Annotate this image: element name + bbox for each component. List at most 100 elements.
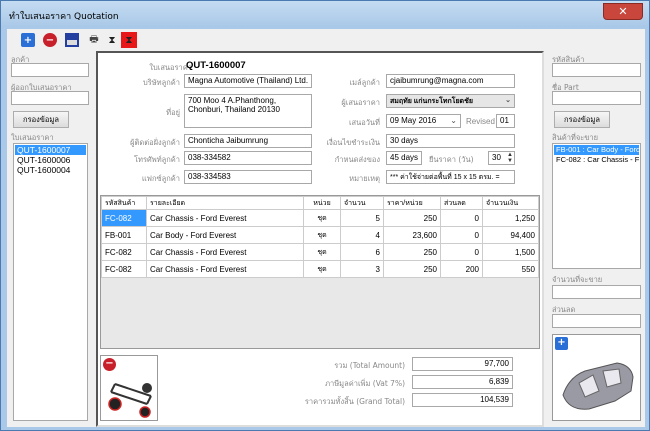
table-row[interactable]: FC-082 Car Chassis - Ford Everest ชุด 6 250 0… — [101, 243, 539, 261]
address-input[interactable]: 700 Moo 4 A.Phanthong, Chonburi, Thailan… — [184, 94, 312, 128]
table-cell[interactable]: FB-001 — [101, 226, 147, 244]
table-cell[interactable]: ชุด — [303, 243, 341, 261]
column-header[interactable]: ส่วนลด — [440, 196, 483, 210]
table-cell[interactable]: Car Chassis - Ford Everest — [146, 260, 304, 278]
table-cell[interactable]: ชุด — [303, 209, 341, 227]
table-cell[interactable]: 200 — [440, 260, 483, 278]
column-header[interactable]: หน่วย — [303, 196, 341, 210]
issuer-filter-input[interactable] — [11, 91, 89, 105]
table-cell[interactable]: 0 — [440, 209, 483, 227]
table-cell[interactable]: 1,250 — [482, 209, 539, 227]
quoter-select[interactable]: สมฤทัย แก่นกระโทกโยดชัย ⌄ — [386, 94, 515, 108]
list-item[interactable]: QUT-1600007 — [15, 145, 86, 155]
remark-input[interactable]: *** ค่าใช้จ่ายต่อพื้นที่ 15 x 15 ตรม. = — [386, 170, 515, 184]
discount-input[interactable] — [552, 314, 641, 328]
print-icon[interactable]: 🖶 — [87, 33, 101, 47]
toolbar: + − 🖶 ⧗ ⧗ — [11, 29, 611, 49]
table-cell[interactable]: 250 — [383, 260, 441, 278]
payment-label: เงื่อนไขชำระเงิน — [326, 138, 380, 147]
column-header[interactable]: จำนวน — [340, 196, 384, 210]
quotation-no: QUT-1600007 — [186, 60, 246, 71]
hourglass-icon[interactable]: ⧗ — [105, 33, 119, 47]
table-cell[interactable]: 4 — [340, 226, 384, 244]
quotation-window: ทำใบเสนอราคา Quotation ✕ + − 🖶 ⧗ ⧗ ลูกค้… — [0, 0, 650, 431]
table-cell[interactable]: 6 — [340, 243, 384, 261]
date-picker[interactable]: 09 May 2016 ⌄ — [386, 114, 461, 128]
car-body-icon — [562, 362, 634, 410]
vat-amount: 6,839 — [412, 375, 513, 389]
customer-filter-input[interactable] — [11, 63, 89, 77]
vat-label: ภาษีมูลค่าเพิ่ม (Vat 7%) — [325, 379, 405, 388]
grand-total-label: ราคารวมทั้งสิ้น (Grand Total) — [304, 397, 405, 406]
column-header[interactable]: จำนวนเงิน — [482, 196, 539, 210]
phone-input[interactable]: 038-334582 — [184, 151, 312, 165]
table-cell[interactable]: FC-082 — [101, 243, 147, 261]
revised-label: Revised — [466, 117, 495, 126]
contact-label: ผู้ติดต่อฝั่งลูกค้า — [130, 138, 180, 147]
chevron-down-icon: ⌄ — [450, 116, 457, 125]
table-cell[interactable]: Car Body - Ford Everest — [146, 226, 304, 244]
close-button[interactable]: ✕ — [603, 3, 643, 20]
total-label: รวม (Total Amount) — [334, 361, 405, 370]
list-item[interactable]: FB-001 : Car Body - Ford Everest — [554, 145, 639, 155]
left-filter-button[interactable]: กรองข้อมูล — [13, 111, 69, 128]
email-input[interactable]: cjaibumrung@magna.com — [386, 74, 515, 88]
delivery-input[interactable]: 45 days — [386, 151, 422, 165]
window-title: ทำใบเสนอราคา Quotation — [9, 12, 119, 22]
validity-value: 30 — [492, 153, 501, 162]
add-icon[interactable]: + — [21, 33, 35, 47]
list-item[interactable]: QUT-1600006 — [15, 155, 86, 165]
table-cell[interactable]: 550 — [482, 260, 539, 278]
table-cell[interactable]: 1,500 — [482, 243, 539, 261]
chevron-down-icon: ⌄ — [505, 97, 511, 104]
table-row[interactable]: FB-001 Car Body - Ford Everest ชุด 4 23,600 0… — [101, 226, 539, 244]
product-code-input[interactable] — [552, 63, 641, 77]
table-cell[interactable]: 94,400 — [482, 226, 539, 244]
table-cell[interactable]: 250 — [383, 243, 441, 261]
quotation-list[interactable]: QUT-1600007 QUT-1600006 QUT-1600004 — [13, 143, 88, 421]
company-label: บริษัทลูกค้า — [142, 78, 180, 87]
remove-image-icon[interactable]: − — [103, 358, 116, 371]
company-input[interactable]: Magna Automotive (Thailand) Ltd. — [184, 74, 312, 88]
table-cell[interactable]: 0 — [440, 226, 483, 244]
table-cell[interactable]: Car Chassis - Ford Everest — [146, 243, 304, 261]
payment-input[interactable]: 30 days — [386, 134, 515, 148]
table-cell[interactable]: 250 — [383, 209, 441, 227]
list-item[interactable]: FC-082 : Car Chassis - Ford Everest — [554, 155, 639, 165]
table-cell[interactable]: 3 — [340, 260, 384, 278]
address-label: ที่อยู่ — [166, 108, 180, 117]
table-row[interactable]: FC-082 Car Chassis - Ford Everest ชุด 3 250 2… — [101, 260, 539, 278]
spinner-arrows-icon[interactable]: ▲ ▼ — [507, 152, 513, 164]
items-table: รหัสสินค้า รายละเอียด หน่วย จำนวน ราคา/ห… — [101, 196, 539, 278]
delete-icon[interactable]: − — [43, 33, 57, 47]
table-cell[interactable]: 23,600 — [383, 226, 441, 244]
column-header[interactable]: รหัสสินค้า — [101, 196, 147, 210]
phone-label: โทรศัพท์ลูกค้า — [133, 155, 180, 164]
save-icon[interactable] — [65, 33, 79, 47]
part-name-input[interactable] — [552, 91, 641, 105]
table-cell[interactable]: 5 — [340, 209, 384, 227]
items-grid[interactable]: รหัสสินค้า รายละเอียด หน่วย จำนวน ราคา/ห… — [100, 195, 540, 349]
products-list[interactable]: FB-001 : Car Body - Ford Everest FC-082 … — [552, 143, 641, 269]
fax-input[interactable]: 038-334583 — [184, 170, 312, 184]
column-header[interactable]: ราคา/หน่วย — [383, 196, 441, 210]
table-cell[interactable]: FC-082 — [101, 209, 147, 227]
column-header[interactable]: รายละเอียด — [146, 196, 304, 210]
table-cell[interactable]: FC-082 — [101, 260, 147, 278]
email-label: เมล์ลูกค้า — [349, 78, 380, 87]
table-cell[interactable]: 0 — [440, 243, 483, 261]
contact-input[interactable]: Chonticha Jaibumrung — [184, 134, 312, 148]
hourglass-red-icon[interactable]: ⧗ — [121, 32, 137, 48]
list-item[interactable]: QUT-1600004 — [15, 165, 86, 175]
validity-spinner[interactable]: 30 ▲ ▼ — [488, 151, 515, 165]
table-row[interactable]: FC-082 Car Chassis - Ford Everest ชุด 5 250 0… — [101, 209, 539, 227]
car-chassis-icon — [108, 383, 152, 418]
quantity-input[interactable] — [552, 285, 641, 299]
add-image-icon[interactable]: + — [555, 337, 568, 350]
grid-header: รหัสสินค้า รายละเอียด หน่วย จำนวน ราคา/ห… — [101, 196, 539, 210]
table-cell[interactable]: ชุด — [303, 260, 341, 278]
table-cell[interactable]: ชุด — [303, 226, 341, 244]
table-cell[interactable]: Car Chassis - Ford Everest — [146, 209, 304, 227]
right-filter-button[interactable]: กรองข้อมูล — [554, 111, 610, 128]
revised-input[interactable]: 01 — [496, 114, 515, 128]
